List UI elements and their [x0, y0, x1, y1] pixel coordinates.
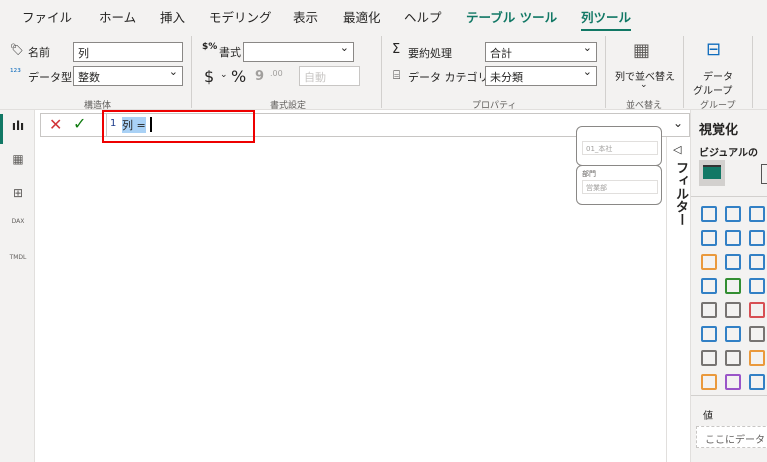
- kpi-visual-icon[interactable]: [749, 302, 765, 318]
- r-visual-visual-icon[interactable]: [701, 326, 717, 342]
- format-dropdown[interactable]: [243, 41, 354, 62]
- expand-chevron-icon[interactable]: ⌄: [673, 116, 683, 130]
- percent-button[interactable]: %: [231, 67, 246, 86]
- category-icon: ⌸: [393, 68, 401, 82]
- divider: [605, 36, 606, 108]
- summarize-dropdown[interactable]: 合計: [485, 41, 597, 62]
- sort-icon: ▦: [633, 40, 651, 61]
- python-visual-visual-icon[interactable]: [725, 326, 741, 342]
- chevron-down-icon[interactable]: ⌄: [220, 70, 228, 80]
- active-indicator: [0, 114, 3, 144]
- category-dropdown[interactable]: 未分類: [485, 65, 597, 86]
- line-visual-icon[interactable]: [701, 230, 717, 246]
- tab-table-tools[interactable]: テーブル ツール: [466, 7, 557, 26]
- tab-view[interactable]: 表示: [293, 7, 318, 26]
- slicer-dropdown[interactable]: 営業部: [582, 180, 658, 194]
- data-groups-icon: ⊟: [706, 39, 722, 60]
- tmdl-view-icon[interactable]: TMDL: [7, 254, 29, 270]
- datatype-dropdown[interactable]: 整数: [73, 65, 183, 86]
- divider: [381, 36, 382, 108]
- ribbon-visual-icon[interactable]: [701, 254, 717, 270]
- group-label-sort: 並べ替え: [626, 101, 663, 111]
- tab-modeling[interactable]: モデリング: [209, 7, 272, 26]
- sort-by-column-button[interactable]: ▦ 列で並べ替え ⌄: [615, 34, 675, 94]
- category-label: データ カテゴリ: [408, 71, 489, 84]
- vis-pane-title: 視覚化: [699, 123, 739, 138]
- tab-insert[interactable]: 挿入: [160, 7, 185, 26]
- report-view-icon[interactable]: ılı: [10, 119, 26, 135]
- datatype-label: データ型: [28, 71, 72, 84]
- table-view-icon[interactable]: ▦: [10, 152, 26, 168]
- decimal-button[interactable]: .00: [270, 69, 283, 78]
- sigma-icon: Σ: [392, 42, 401, 57]
- tab-help[interactable]: ヘルプ: [404, 7, 442, 26]
- treemap-visual-icon[interactable]: [701, 278, 717, 294]
- tab-file[interactable]: ファイル: [22, 7, 72, 26]
- name-label: 名前: [28, 46, 50, 59]
- chevron-down-icon: ⌄: [640, 80, 648, 90]
- format-label: 書式: [219, 46, 241, 59]
- card-visual-icon[interactable]: [701, 302, 717, 318]
- filter-pane-collapsed[interactable]: ◁ フィルター: [666, 137, 690, 462]
- divider: [691, 196, 767, 197]
- vis-pane-subtitle: ビジュアルの: [699, 148, 758, 159]
- summarize-label: 要約処理: [408, 47, 452, 60]
- waterfall-visual-icon[interactable]: [725, 254, 741, 270]
- filled-map-visual-icon[interactable]: [749, 278, 765, 294]
- cancel-icon[interactable]: ✕: [49, 115, 62, 134]
- area-visual-icon[interactable]: [725, 230, 741, 246]
- multi-row-card-visual-icon[interactable]: [725, 302, 741, 318]
- smart-narrative-visual-icon[interactable]: [749, 350, 765, 366]
- power-apps-visual-icon[interactable]: [725, 374, 741, 390]
- comma-button[interactable]: 9: [255, 69, 264, 84]
- filter-icon: ◁: [673, 143, 682, 156]
- data-groups-button[interactable]: ⊟ データ グループ: [690, 34, 740, 97]
- divider: [752, 36, 753, 108]
- key-influencers-visual-icon[interactable]: [749, 326, 765, 342]
- map-visual-icon[interactable]: [725, 278, 741, 294]
- divider: [683, 36, 684, 108]
- tab-column-tools[interactable]: 列ツール: [581, 7, 632, 31]
- values-drop-zone[interactable]: ここにデータ: [696, 426, 767, 448]
- view-rail: ılı ▦ ⊞ DAX TMDL: [0, 110, 35, 462]
- azure-map-visual-icon[interactable]: [701, 374, 717, 390]
- trophy-visual-icon[interactable]: [701, 350, 717, 366]
- datatype-icon: ¹²³: [10, 68, 21, 78]
- commit-icon[interactable]: ✓: [73, 114, 86, 133]
- divider: [691, 395, 767, 396]
- dax-query-view-icon[interactable]: DAX: [10, 218, 26, 234]
- tab-home[interactable]: ホーム: [99, 7, 136, 26]
- slicer-dropdown[interactable]: 01_本社: [582, 141, 658, 155]
- format-visual-icon[interactable]: [761, 164, 767, 184]
- model-view-icon[interactable]: ⊞: [10, 186, 26, 202]
- line-column-visual-icon[interactable]: [749, 230, 765, 246]
- values-label: 値: [703, 411, 713, 422]
- tab-optimize[interactable]: 最適化: [343, 7, 381, 26]
- power-automate-visual-icon[interactable]: [749, 374, 765, 390]
- decimal-places-input[interactable]: 自動: [299, 66, 360, 86]
- build-visual-icon[interactable]: [699, 160, 725, 186]
- name-input[interactable]: 列: [73, 42, 183, 62]
- slicer-card[interactable]: 部門 営業部: [576, 165, 662, 205]
- stacked-bar-visual-icon[interactable]: [701, 206, 717, 222]
- paginated-visual-icon[interactable]: [725, 350, 741, 366]
- highlight-box: [102, 110, 255, 143]
- ribbon-tabs: ファイル ホーム 挿入 モデリング 表示 最適化 ヘルプ テーブル ツール 列ツ…: [0, 0, 767, 32]
- tag-icon: 🏷: [10, 43, 24, 56]
- format-icon: $%: [202, 42, 218, 52]
- divider: [191, 36, 192, 108]
- ribbon: 🏷 名前 列 ¹²³ データ型 整数 構造体 $% 書式 $ ⌄ % 9 .00…: [0, 32, 767, 111]
- visualizations-pane: 視覚化 ビジュアルの 値 ここにデータ: [690, 110, 767, 462]
- group-label-format: 書式設定: [270, 101, 307, 111]
- clustered-bar-visual-icon[interactable]: [749, 206, 765, 222]
- funnel-visual-icon[interactable]: [749, 254, 765, 270]
- slicer-card[interactable]: 01_本社: [576, 126, 662, 166]
- stacked-column-visual-icon[interactable]: [725, 206, 741, 222]
- group-label-properties: プロパティ: [472, 101, 517, 111]
- currency-button[interactable]: $: [204, 67, 214, 86]
- filter-pane-label: フィルター: [673, 161, 688, 226]
